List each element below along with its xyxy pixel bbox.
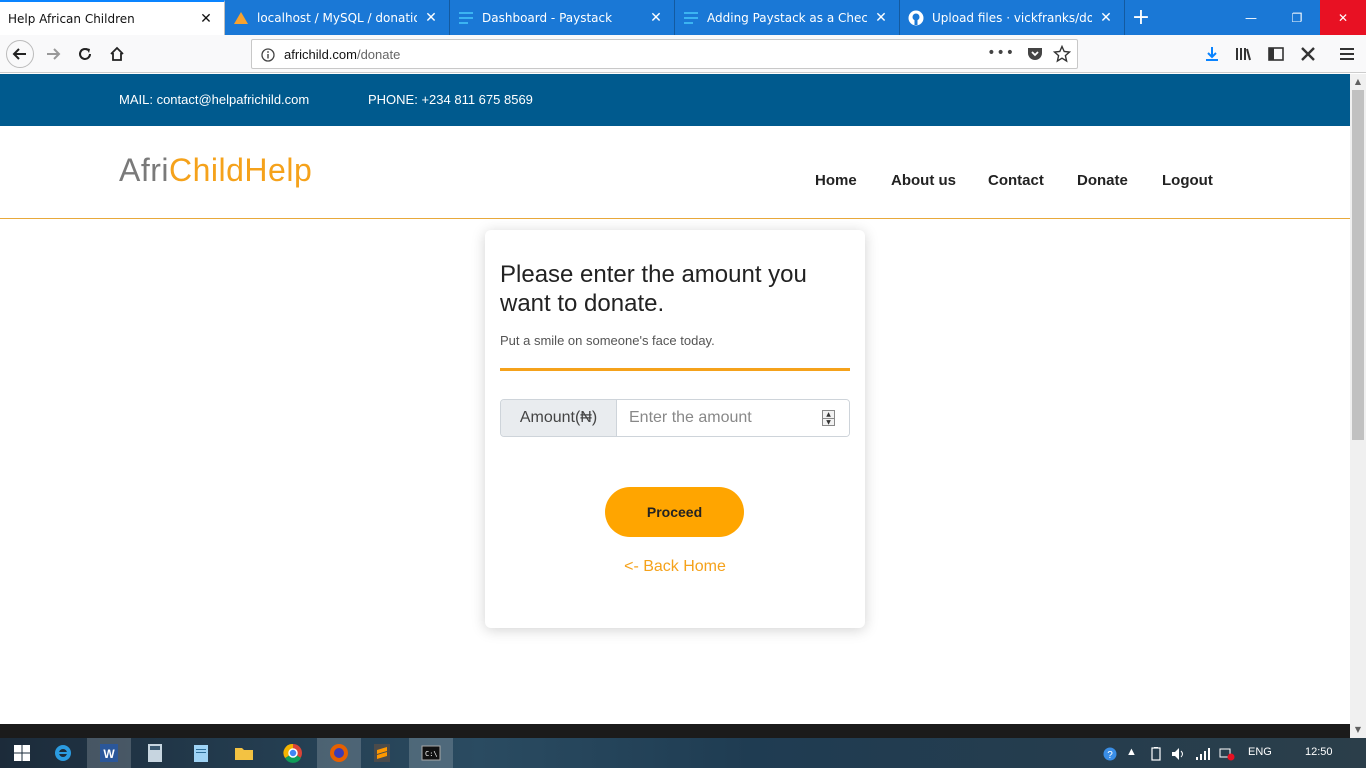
amount-label: Amount(₦) xyxy=(501,400,617,436)
page-footer-edge xyxy=(0,724,1350,738)
url-text: africhild.com/donate xyxy=(284,47,400,62)
library-icon[interactable] xyxy=(1230,40,1258,68)
browser-tab[interactable]: Help African Children ✕ xyxy=(0,0,225,35)
back-arrow-icon[interactable] xyxy=(6,40,34,68)
back-home-link[interactable]: <- Back Home xyxy=(485,558,865,576)
battery-icon[interactable] xyxy=(1148,746,1164,765)
donation-heading: Please enter the amount you want to dona… xyxy=(500,261,807,317)
close-tab-icon[interactable]: ✕ xyxy=(1098,10,1114,26)
browser-tab[interactable]: Upload files · vickfranks/donati ✕ xyxy=(900,0,1125,35)
url-host: africhild.com xyxy=(284,47,357,62)
close-window-icon[interactable]: ✕ xyxy=(1320,0,1366,35)
info-icon[interactable] xyxy=(261,47,275,66)
spinner-down-icon[interactable]: ▼ xyxy=(823,418,834,426)
number-spinner[interactable]: ▲ ▼ xyxy=(822,410,835,426)
hamburger-menu-icon[interactable] xyxy=(1333,40,1361,68)
browser-tab[interactable]: Dashboard - Paystack ✕ xyxy=(450,0,675,35)
close-tab-icon[interactable]: ✕ xyxy=(198,11,214,27)
network-signal-icon[interactable] xyxy=(1195,746,1211,765)
browser-navbar: africhild.com/donate ••• xyxy=(0,35,1366,73)
vertical-scrollbar[interactable]: ▲ ▼ xyxy=(1350,74,1366,738)
clock[interactable]: 12:50 xyxy=(1305,746,1333,758)
nav-logout[interactable]: Logout xyxy=(1162,172,1213,189)
page-actions-icon[interactable]: ••• xyxy=(987,45,1015,61)
window-controls: — ❐ ✕ xyxy=(1228,0,1366,35)
site-logo[interactable]: AfriChildHelp xyxy=(119,152,312,189)
proceed-button[interactable]: Proceed xyxy=(605,487,744,537)
home-icon[interactable] xyxy=(103,40,131,68)
restore-icon[interactable]: ❐ xyxy=(1274,0,1320,35)
phpmyadmin-icon xyxy=(233,10,249,26)
paystack-icon xyxy=(683,10,699,26)
browser-tab[interactable]: Adding Paystack as a Checkout ✕ xyxy=(675,0,900,35)
minimize-icon[interactable]: — xyxy=(1228,0,1274,35)
spinner-up-icon[interactable]: ▲ xyxy=(823,411,834,418)
file-explorer-icon[interactable] xyxy=(222,738,266,768)
sidebar-icon[interactable] xyxy=(1262,40,1290,68)
pocket-icon[interactable] xyxy=(1027,47,1043,66)
command-prompt-icon[interactable]: C:\ xyxy=(409,738,453,768)
nav-donate[interactable]: Donate xyxy=(1077,172,1128,189)
download-icon[interactable] xyxy=(1198,40,1226,68)
url-bar[interactable]: africhild.com/donate ••• xyxy=(251,39,1078,69)
contact-topbar: MAIL: contact@helpafrichild.com PHONE: +… xyxy=(0,74,1350,126)
tab-title: localhost / MySQL / donation | xyxy=(257,10,417,25)
page-viewport: MAIL: contact@helpafrichild.com PHONE: +… xyxy=(0,74,1350,724)
sublime-text-icon[interactable] xyxy=(360,738,404,768)
close-tab-icon[interactable]: ✕ xyxy=(423,10,439,26)
nav-about-us[interactable]: About us xyxy=(891,172,956,189)
site-header: AfriChildHelp Home About us Contact Dona… xyxy=(0,126,1350,219)
windows-taskbar: W C:\ ? ▲ ENG 12:50 xyxy=(0,738,1366,768)
extension-x-icon[interactable] xyxy=(1294,40,1322,68)
tab-strip: Help African Children ✕ localhost / MySQ… xyxy=(0,0,1366,35)
volume-icon[interactable] xyxy=(1171,746,1187,765)
bookmark-star-icon[interactable] xyxy=(1052,44,1072,67)
amount-input[interactable] xyxy=(617,400,849,436)
browser-tab[interactable]: localhost / MySQL / donation | ✕ xyxy=(225,0,450,35)
close-tab-icon[interactable]: ✕ xyxy=(873,10,889,26)
reload-icon[interactable] xyxy=(71,40,99,68)
scrollbar-thumb[interactable] xyxy=(1352,90,1364,440)
paystack-icon xyxy=(458,10,474,26)
firefox-icon[interactable] xyxy=(317,738,361,768)
amount-input-group: Amount(₦) ▲ ▼ xyxy=(500,399,850,437)
donation-subtitle: Put a smile on someone's face today. xyxy=(500,333,715,348)
tab-title: Dashboard - Paystack xyxy=(482,10,613,25)
contact-phone: PHONE: +234 811 675 8569 xyxy=(368,92,533,107)
chrome-icon[interactable] xyxy=(271,738,315,768)
calculator-icon[interactable] xyxy=(133,738,177,768)
notepad-icon[interactable] xyxy=(179,738,223,768)
nav-contact[interactable]: Contact xyxy=(988,172,1044,189)
internet-explorer-icon[interactable] xyxy=(41,738,85,768)
scroll-up-icon[interactable]: ▲ xyxy=(1350,74,1366,90)
language-indicator[interactable]: ENG xyxy=(1248,746,1272,758)
svg-text:?: ? xyxy=(1107,750,1113,761)
network-disconnected-icon[interactable] xyxy=(1219,746,1235,765)
github-icon xyxy=(908,10,924,26)
word-icon[interactable]: W xyxy=(87,738,131,768)
svg-text:C:\: C:\ xyxy=(425,750,438,758)
help-icon[interactable]: ? xyxy=(1103,746,1117,765)
tab-title: Help African Children xyxy=(8,11,135,26)
new-tab-plus-icon[interactable]: + xyxy=(1125,0,1157,35)
donation-card: Please enter the amount you want to dona… xyxy=(485,230,865,628)
close-tab-icon[interactable]: ✕ xyxy=(648,10,664,26)
nav-home[interactable]: Home xyxy=(815,172,857,189)
scroll-down-icon[interactable]: ▼ xyxy=(1350,722,1366,738)
contact-mail: MAIL: contact@helpafrichild.com xyxy=(119,92,310,107)
tab-title: Upload files · vickfranks/donati xyxy=(932,10,1092,25)
tab-title: Adding Paystack as a Checkout xyxy=(707,10,867,25)
svg-text:W: W xyxy=(103,747,115,761)
tray-expand-icon[interactable]: ▲ xyxy=(1126,746,1137,758)
logo-part-childhelp: ChildHelp xyxy=(169,152,313,188)
windows-start-icon[interactable] xyxy=(0,738,44,768)
accent-divider xyxy=(500,368,850,371)
logo-part-afri: Afri xyxy=(119,152,169,188)
forward-arrow-icon[interactable] xyxy=(39,40,67,68)
url-path: /donate xyxy=(356,47,401,62)
